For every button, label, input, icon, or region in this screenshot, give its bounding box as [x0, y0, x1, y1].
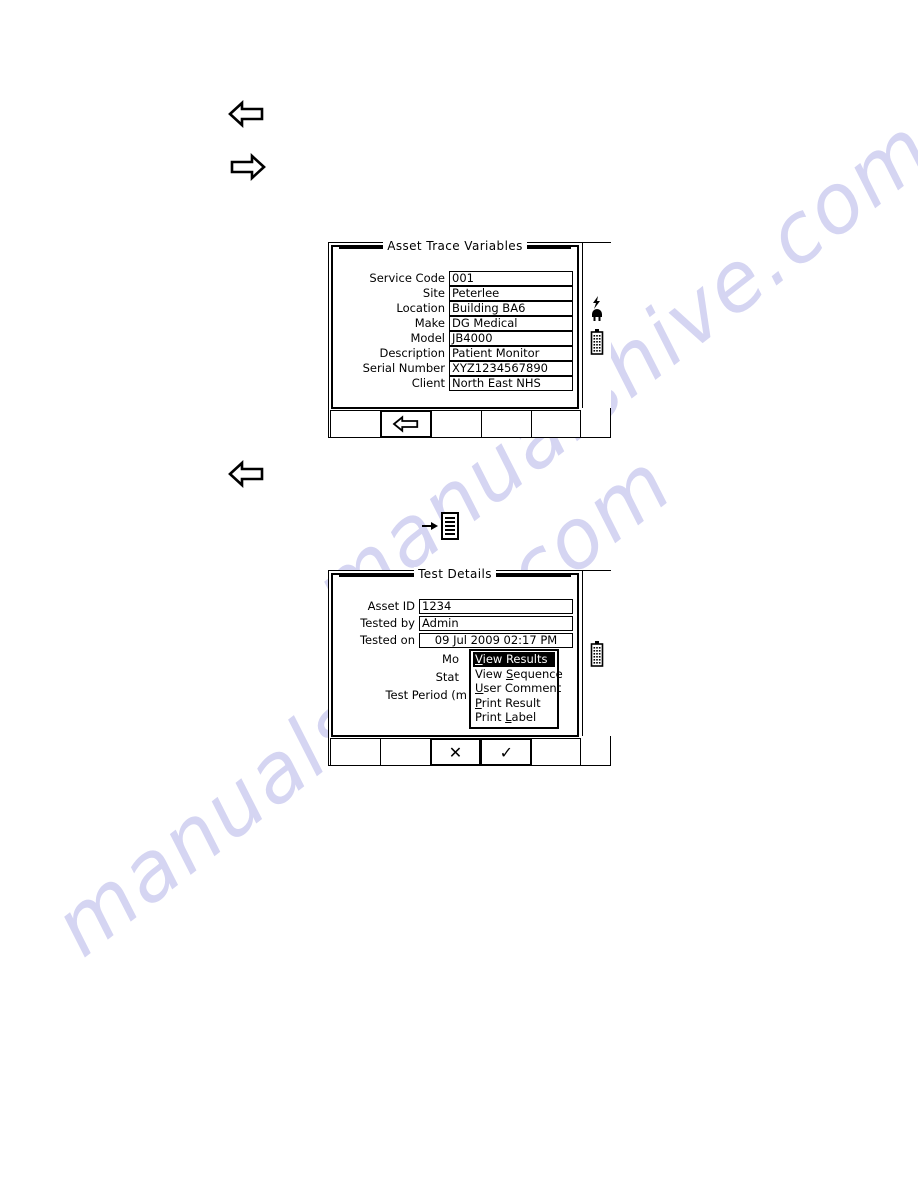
field-row-make[interactable]: Make DG Medical — [339, 316, 575, 331]
softkey-2[interactable] — [379, 738, 431, 766]
softkey-1[interactable] — [330, 738, 381, 766]
left-arrow-glyph-1 — [228, 98, 264, 130]
battery-icon — [590, 640, 604, 667]
field-label: Mo — [442, 652, 459, 666]
screen-one-title-bar: Asset Trace Variables — [333, 239, 577, 253]
left-arrow-icon — [228, 460, 264, 488]
softkey-cancel[interactable]: ✕ — [429, 738, 482, 766]
screen-two-status-rail — [582, 571, 611, 736]
field-value-site[interactable]: Peterlee — [449, 286, 573, 301]
field-row-asset-id[interactable]: Asset ID 1234 — [339, 599, 575, 614]
field-value-description[interactable]: Patient Monitor — [449, 346, 573, 361]
left-arrow-icon — [228, 100, 264, 128]
screen-one-body: Asset Trace Variables Service Code 001 S… — [331, 239, 579, 409]
page-title: Test Details — [414, 567, 496, 581]
field-value-tested-on[interactable]: 09 Jul 2009 02:17 PM — [419, 633, 573, 648]
menu-item-view-results[interactable]: View Results — [473, 652, 555, 667]
field-label: Description — [379, 346, 446, 360]
softkey-3[interactable] — [431, 410, 482, 438]
device-screenshot-asset-trace-variables: Asset Trace Variables Service Code 001 S… — [328, 239, 611, 438]
softkey-5[interactable] — [531, 738, 581, 766]
field-label: Location — [396, 301, 445, 315]
screen-one-softkey-bar — [330, 410, 581, 438]
menu-item-accelerator: U — [475, 681, 484, 695]
menu-item-accelerator: V — [475, 652, 483, 666]
field-row-description[interactable]: Description Patient Monitor — [339, 346, 575, 361]
menu-item-accelerator: P — [475, 695, 482, 710]
field-value-asset-id[interactable]: 1234 — [419, 599, 573, 614]
screen-two-softkey-bar: ✕ ✓ — [330, 738, 581, 766]
menu-item-user-comment[interactable]: User Comment — [473, 681, 561, 696]
field-label: Test Period (m — [385, 688, 467, 702]
screen-one-status-rail — [582, 243, 611, 408]
field-label: Site — [422, 286, 445, 300]
field-value-service-code[interactable]: 001 — [449, 271, 573, 286]
field-label: Make — [414, 316, 445, 330]
field-value-model[interactable]: JB4000 — [449, 331, 573, 346]
field-label: Model — [410, 331, 445, 345]
softkey-confirm[interactable]: ✓ — [480, 738, 533, 766]
field-row-mode[interactable]: Mo — [339, 652, 469, 667]
left-arrow-icon — [392, 415, 419, 433]
menu-item-view-sequence[interactable]: View Sequence — [473, 666, 563, 682]
field-value-make[interactable]: DG Medical — [449, 316, 573, 331]
softkey-back[interactable] — [380, 410, 432, 438]
field-row-tested-on[interactable]: Tested on 09 Jul 2009 02:17 PM — [339, 633, 575, 648]
field-row-test-period[interactable]: Test Period (m — [339, 688, 477, 703]
mains-power-plug-icon — [592, 296, 602, 321]
field-row-model[interactable]: Model JB4000 — [339, 331, 575, 346]
battery-icon — [590, 329, 604, 355]
menu-item-print-label[interactable]: Print Label — [473, 710, 555, 725]
field-row-location[interactable]: Location Building BA6 — [339, 301, 575, 316]
field-label: Tested by — [360, 616, 415, 630]
field-row-service-code[interactable]: Service Code 001 — [339, 271, 575, 286]
page-title: Asset Trace Variables — [383, 239, 527, 253]
left-arrow-glyph-2 — [228, 458, 264, 490]
right-arrow-small-icon — [422, 522, 438, 530]
field-label: Client — [411, 376, 445, 390]
field-label: Asset ID — [367, 599, 415, 613]
field-value-location[interactable]: Building BA6 — [449, 301, 573, 316]
field-row-tested-by[interactable]: Tested by Admin — [339, 616, 575, 631]
test-details-context-menu[interactable]: View Results View Sequence User Comment … — [469, 649, 563, 729]
field-row-status[interactable]: Stat — [339, 670, 469, 685]
arrow-to-document-icon — [421, 512, 461, 540]
field-row-serial-number[interactable]: Serial Number XYZ1234567890 — [339, 361, 575, 376]
document-list-icon — [441, 512, 459, 540]
field-label: Serial Number — [362, 361, 445, 375]
menu-item-accelerator: S — [505, 666, 514, 681]
right-arrow-glyph-1 — [230, 151, 266, 183]
field-row-client[interactable]: Client North East NHS — [339, 376, 575, 391]
field-label: Tested on — [359, 633, 415, 647]
menu-item-print-result[interactable]: Print Result — [473, 696, 555, 711]
field-row-site[interactable]: Site Peterlee — [339, 286, 575, 301]
softkey-1[interactable] — [330, 410, 381, 438]
screen-two-title-bar: Test Details — [333, 567, 577, 581]
softkey-4[interactable] — [481, 410, 532, 438]
field-label: Stat — [435, 670, 459, 684]
field-label: Service Code — [369, 271, 445, 285]
field-value-tested-by[interactable]: Admin — [419, 616, 573, 631]
field-value-serial-number[interactable]: XYZ1234567890 — [449, 361, 573, 376]
right-arrow-icon — [230, 153, 266, 181]
field-value-client[interactable]: North East NHS — [449, 376, 573, 391]
softkey-5[interactable] — [531, 410, 581, 438]
menu-item-accelerator: L — [505, 710, 512, 724]
device-screenshot-test-details: Test Details Asset ID 1234 Tested by Adm… — [328, 567, 611, 766]
